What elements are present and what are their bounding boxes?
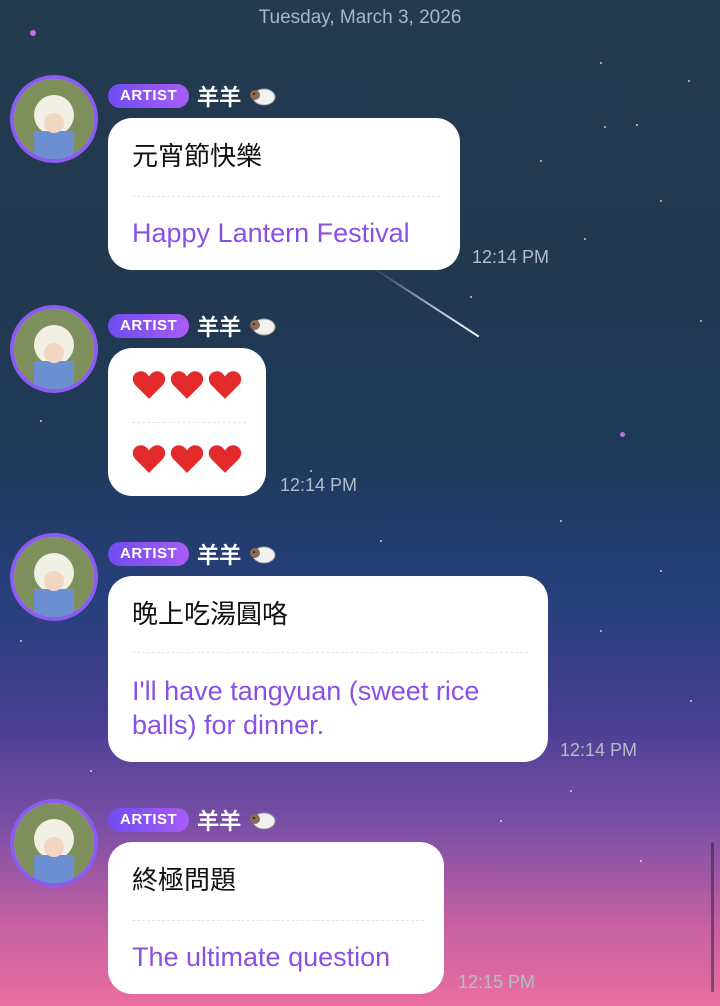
message-time: 12:14 PM (560, 740, 638, 760)
message-bubble[interactable]: 晚上吃湯圓咯 I'll have tangyuan (sweet rice ba… (108, 576, 548, 762)
artist-badge: ARTIST (108, 84, 190, 108)
original-hearts (132, 370, 242, 400)
background-star (90, 770, 92, 772)
sheep-icon (250, 812, 276, 830)
background-star (470, 296, 472, 298)
translated-hearts (132, 444, 242, 474)
original-text: 晚上吃湯圓咯 (132, 600, 289, 630)
chat-message: ARTIST 羊羊 終極問題 The ultimate question 12:… (0, 794, 720, 1006)
message-time: 12:14 PM (280, 475, 358, 495)
sender-row: ARTIST 羊羊 (108, 310, 277, 342)
chat-message: ARTIST 羊羊 元宵節快樂 Happy Lantern Festival 1… (0, 70, 720, 270)
message-bubble[interactable]: 元宵節快樂 Happy Lantern Festival (108, 118, 460, 270)
translation-divider (132, 196, 440, 197)
chat-message: ARTIST 羊羊 晚上吃湯圓咯 I'll have tangyuan (swe… (0, 528, 720, 768)
heart-icon (132, 445, 166, 473)
translation-divider (132, 652, 528, 653)
translated-text: I'll have tangyuan (sweet rice balls) fo… (132, 676, 480, 740)
artist-badge: ARTIST (108, 314, 190, 338)
message-bubble[interactable]: 終極問題 The ultimate question (108, 842, 444, 994)
sender-name[interactable]: 羊羊 (197, 80, 241, 112)
avatar[interactable] (10, 305, 98, 393)
message-bubble[interactable] (108, 348, 266, 496)
sheep-icon (250, 546, 276, 564)
sheep-icon (250, 88, 276, 106)
scrollbar[interactable] (711, 842, 714, 992)
date-header: Tuesday, March 3, 2026 (258, 7, 462, 28)
artist-badge: ARTIST (108, 808, 190, 832)
sender-name[interactable]: 羊羊 (197, 310, 241, 342)
heart-icon (208, 445, 242, 473)
translated-text: Happy Lantern Festival (132, 218, 410, 248)
heart-icon (208, 371, 242, 399)
artist-badge: ARTIST (108, 542, 190, 566)
translated-text: The ultimate question (132, 942, 391, 972)
sender-name[interactable]: 羊羊 (197, 804, 241, 836)
background-star (570, 790, 572, 792)
original-text: 終極問題 (132, 866, 237, 896)
avatar[interactable] (10, 533, 98, 621)
translation-divider (132, 422, 246, 423)
avatar-image (14, 803, 94, 883)
avatar[interactable] (10, 75, 98, 163)
avatar-image (14, 537, 94, 617)
translation-divider (132, 920, 424, 921)
background-star (30, 30, 36, 36)
sheep-icon (250, 318, 276, 336)
avatar-image (14, 309, 94, 389)
avatar-image (14, 79, 94, 159)
heart-icon (132, 371, 166, 399)
heart-icon (170, 371, 204, 399)
heart-icon (170, 445, 204, 473)
sender-row: ARTIST 羊羊 (108, 804, 277, 836)
message-time: 12:15 PM (458, 972, 536, 992)
original-text: 元宵節快樂 (132, 142, 263, 172)
message-time: 12:14 PM (472, 247, 550, 267)
sender-row: ARTIST 羊羊 (108, 538, 277, 570)
avatar[interactable] (10, 799, 98, 887)
sender-name[interactable]: 羊羊 (197, 538, 241, 570)
sender-row: ARTIST 羊羊 (108, 80, 277, 112)
chat-message: ARTIST 羊羊 12:14 PM (0, 300, 720, 500)
background-star (600, 62, 602, 64)
background-star (560, 520, 562, 522)
